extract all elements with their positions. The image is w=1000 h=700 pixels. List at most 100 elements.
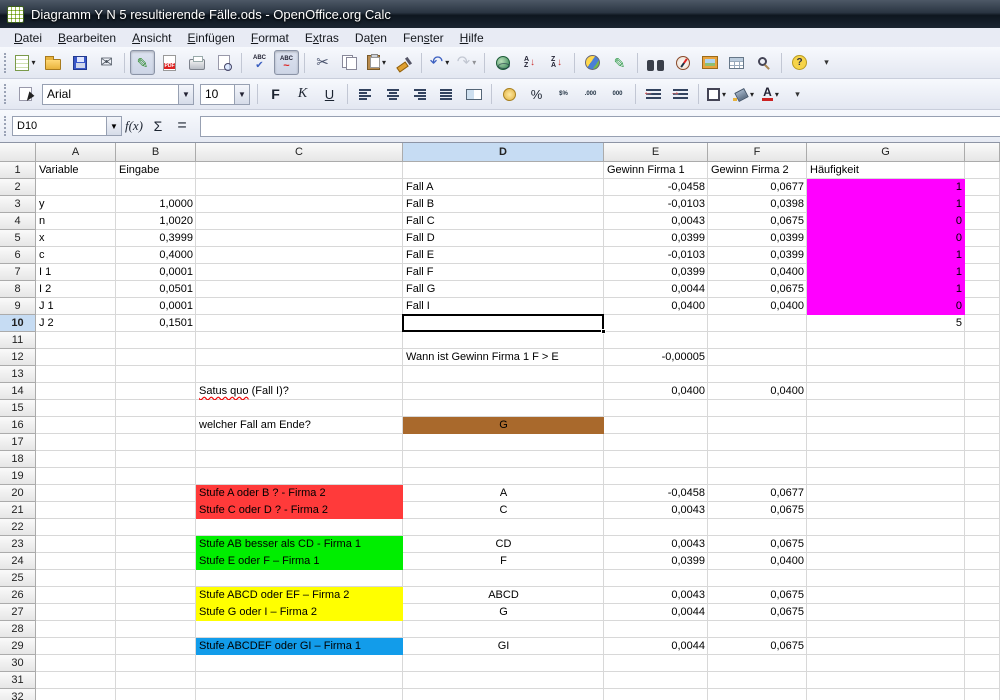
cell-D23[interactable]: CD: [403, 536, 604, 553]
cell-C24[interactable]: Stufe E oder F – Firma 1: [196, 553, 403, 570]
menu-einfügen[interactable]: Einfügen: [179, 30, 242, 46]
menu-fenster[interactable]: Fenster: [395, 30, 452, 46]
cell-F9[interactable]: 0,0400: [708, 298, 807, 315]
row-header-14[interactable]: 14: [0, 383, 36, 400]
menu-bearbeiten[interactable]: Bearbeiten: [50, 30, 124, 46]
row-header-4[interactable]: 4: [0, 213, 36, 230]
cell-E21[interactable]: 0,0043: [604, 502, 708, 519]
col-header-A[interactable]: A: [36, 143, 116, 162]
align-center-button[interactable]: [380, 82, 405, 107]
row-header-19[interactable]: 19: [0, 468, 36, 485]
number-format-percent-button[interactable]: %: [524, 82, 549, 107]
cell-C14[interactable]: Satus quo (Fall I)?: [196, 383, 403, 400]
row-header-7[interactable]: 7: [0, 264, 36, 281]
row-header-27[interactable]: 27: [0, 604, 36, 621]
cell-C16[interactable]: welcher Fall am Ende?: [196, 417, 403, 434]
email-button[interactable]: ✉: [94, 50, 119, 75]
add-decimal-place-button[interactable]: .000: [578, 82, 603, 107]
paste-button[interactable]: ▾: [364, 50, 389, 75]
row-header-26[interactable]: 26: [0, 587, 36, 604]
menu-hilfe[interactable]: Hilfe: [452, 30, 492, 46]
sort-descending-button[interactable]: ZA↓: [544, 50, 569, 75]
font-color-button[interactable]: A▾: [758, 82, 783, 107]
cell-F27[interactable]: 0,0675: [708, 604, 807, 621]
cell-G6[interactable]: 1: [807, 247, 965, 264]
cell-E4[interactable]: 0,0043: [604, 213, 708, 230]
styles-and-formatting-button[interactable]: [13, 82, 38, 107]
cell-B8[interactable]: 0,0501: [116, 281, 196, 298]
row-header-32[interactable]: 32: [0, 689, 36, 700]
hyperlink-button[interactable]: [490, 50, 515, 75]
sort-ascending-button[interactable]: AZ↓: [517, 50, 542, 75]
row-header-5[interactable]: 5: [0, 230, 36, 247]
toolbar-options-button[interactable]: ▾: [785, 82, 810, 107]
cell-F1[interactable]: Gewinn Firma 2: [708, 162, 807, 179]
cell-D24[interactable]: F: [403, 553, 604, 570]
menu-daten[interactable]: Daten: [347, 30, 395, 46]
print-button[interactable]: [184, 50, 209, 75]
cell-E14[interactable]: 0,0400: [604, 383, 708, 400]
cell-A10[interactable]: J 2: [36, 315, 116, 332]
row-header-25[interactable]: 25: [0, 570, 36, 587]
chevron-down-icon[interactable]: ▼: [234, 85, 249, 104]
cell-B1[interactable]: Eingabe: [116, 162, 196, 179]
menu-extras[interactable]: Extras: [297, 30, 347, 46]
menu-ansicht[interactable]: Ansicht: [124, 30, 179, 46]
col-header-C[interactable]: C: [196, 143, 403, 162]
decrease-indent-button[interactable]: [641, 82, 666, 107]
italic-button[interactable]: K: [290, 82, 315, 107]
row-header-8[interactable]: 8: [0, 281, 36, 298]
row-header-29[interactable]: 29: [0, 638, 36, 655]
row-header-11[interactable]: 11: [0, 332, 36, 349]
fill-handle[interactable]: [601, 329, 606, 334]
new-document-button[interactable]: ▾: [13, 50, 38, 75]
borders-button[interactable]: ▾: [704, 82, 729, 107]
cell-F26[interactable]: 0,0675: [708, 587, 807, 604]
cell-F24[interactable]: 0,0400: [708, 553, 807, 570]
cell-D20[interactable]: A: [403, 485, 604, 502]
cell-E7[interactable]: 0,0399: [604, 264, 708, 281]
data-sources-button[interactable]: [724, 50, 749, 75]
col-header-D[interactable]: D: [403, 143, 604, 162]
number-format-standard-button[interactable]: $%: [551, 82, 576, 107]
cell-F20[interactable]: 0,0677: [708, 485, 807, 502]
cell-C27[interactable]: Stufe G oder I – Firma 2: [196, 604, 403, 621]
spellcheck-button[interactable]: [247, 50, 272, 75]
cell-E27[interactable]: 0,0044: [604, 604, 708, 621]
undo-button[interactable]: ↶▾: [427, 50, 452, 75]
row-header-13[interactable]: 13: [0, 366, 36, 383]
cell-F5[interactable]: 0,0399: [708, 230, 807, 247]
row-header-10[interactable]: 10: [0, 315, 36, 332]
cell-E8[interactable]: 0,0044: [604, 281, 708, 298]
align-justified-button[interactable]: [434, 82, 459, 107]
cell-E2[interactable]: -0,0458: [604, 179, 708, 196]
row-header-23[interactable]: 23: [0, 536, 36, 553]
export-pdf-button[interactable]: [157, 50, 182, 75]
cell-E1[interactable]: Gewinn Firma 1: [604, 162, 708, 179]
row-header-3[interactable]: 3: [0, 196, 36, 213]
col-header-B[interactable]: B: [116, 143, 196, 162]
cell-A4[interactable]: n: [36, 213, 116, 230]
row-header-18[interactable]: 18: [0, 451, 36, 468]
align-left-button[interactable]: [353, 82, 378, 107]
number-format-currency-button[interactable]: [497, 82, 522, 107]
cell-A6[interactable]: c: [36, 247, 116, 264]
cell-D3[interactable]: Fall B: [403, 196, 604, 213]
row-header-2[interactable]: 2: [0, 179, 36, 196]
cell-F7[interactable]: 0,0400: [708, 264, 807, 281]
row-header-1[interactable]: 1: [0, 162, 36, 179]
insert-chart-button[interactable]: [580, 50, 605, 75]
formula-bar-grip[interactable]: [4, 116, 8, 136]
chevron-down-icon[interactable]: ▾: [472, 58, 476, 67]
bold-button[interactable]: F: [263, 82, 288, 107]
chevron-down-icon[interactable]: ▾: [750, 90, 754, 99]
font-size-combo[interactable]: 10▼: [200, 84, 250, 105]
cell-C29[interactable]: Stufe ABCDEF oder GI – Firma 1: [196, 638, 403, 655]
cell-F21[interactable]: 0,0675: [708, 502, 807, 519]
cell-G10[interactable]: 5: [807, 315, 965, 332]
cell-D29[interactable]: GI: [403, 638, 604, 655]
cell-D8[interactable]: Fall G: [403, 281, 604, 298]
chevron-down-icon[interactable]: ▼: [178, 85, 193, 104]
merge-cells-button[interactable]: [461, 82, 486, 107]
cell-F2[interactable]: 0,0677: [708, 179, 807, 196]
